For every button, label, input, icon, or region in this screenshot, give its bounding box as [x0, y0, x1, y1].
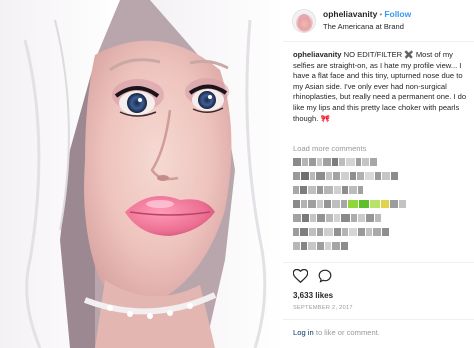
divider	[283, 262, 474, 263]
caption-username-link[interactable]: opheliavanity	[293, 50, 342, 59]
login-prompt: Log in to like or comment.	[293, 328, 380, 337]
location-link[interactable]: The Americana at Brand	[323, 21, 411, 32]
post-date[interactable]: September 2, 2017	[293, 305, 353, 311]
login-link[interactable]: Log in	[293, 328, 314, 337]
instagram-post: opheliavanity • Follow The Americana at Br…	[0, 0, 474, 348]
censored-comments	[293, 158, 469, 256]
post-actions	[293, 269, 332, 283]
divider	[283, 319, 474, 320]
separator-dot: •	[379, 9, 383, 19]
post-photo[interactable]	[0, 0, 283, 348]
heart-icon[interactable]	[293, 269, 308, 283]
load-more-comments-link[interactable]: Load more comments	[293, 144, 366, 153]
follow-button[interactable]: Follow	[384, 9, 411, 19]
list-item	[293, 200, 469, 208]
list-item	[293, 158, 469, 166]
caption-text: NO EDIT/FILTER ✖️ Most of my selfies are…	[293, 50, 467, 123]
list-item	[293, 214, 469, 222]
login-rest-text: to like or comment.	[315, 328, 380, 337]
likes-count[interactable]: 3,633 likes	[293, 291, 333, 300]
avatar[interactable]	[292, 8, 316, 33]
post-header: opheliavanity • Follow The Americana at Br…	[283, 0, 474, 42]
list-item	[293, 242, 469, 250]
username-link[interactable]: opheliavanity	[323, 9, 377, 19]
portrait-illustration	[0, 0, 283, 348]
list-item	[293, 228, 469, 236]
post-caption: opheliavanity NO EDIT/FILTER ✖️ Most of …	[293, 50, 469, 124]
post-side-panel: opheliavanity • Follow The Americana at Br…	[283, 0, 474, 348]
comment-icon[interactable]	[318, 269, 332, 283]
list-item	[293, 172, 469, 180]
header-user-line: opheliavanity • Follow	[323, 9, 411, 20]
ribbon-emoji-icon: 🎀	[320, 113, 330, 123]
list-item	[293, 186, 469, 194]
header-text: opheliavanity • Follow The Americana at Br…	[323, 9, 411, 32]
